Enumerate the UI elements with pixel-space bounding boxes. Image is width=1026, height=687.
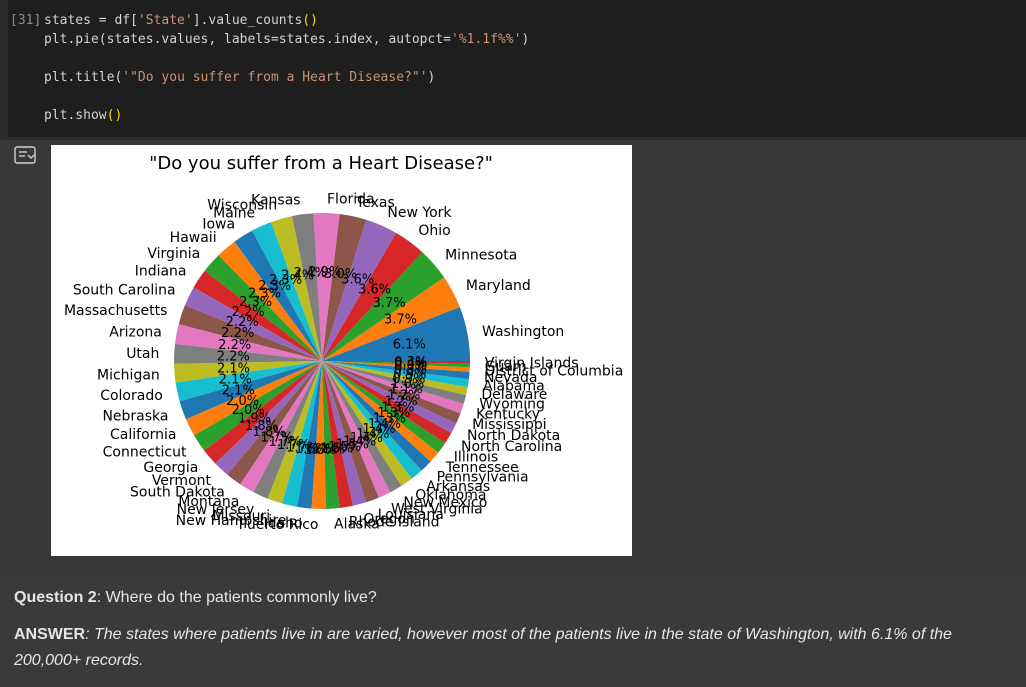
pie-slice-label: Hawaii: [170, 230, 217, 246]
answer-text: : The states where patients live in are …: [14, 626, 952, 669]
pie-slice-label: Nebraska: [102, 408, 168, 424]
pie-slice-label: New York: [387, 205, 452, 221]
pie-chart-svg: "Do you suffer from a Heart Disease?" 6.…: [64, 153, 623, 533]
pie-pct-label: 3.7%: [384, 313, 417, 328]
pie-slice-label: Colorado: [100, 388, 163, 404]
execution-count: [31]: [10, 13, 42, 28]
pie-pct-label: 6.1%: [393, 338, 426, 353]
pie-pct-label: 3.7%: [373, 296, 406, 311]
pie-slice-label: Michigan: [97, 367, 160, 383]
pie-pct-label: 0.3%: [394, 355, 427, 370]
pie-slice-label: South Carolina: [73, 283, 176, 299]
pie-slice-label: Minnesota: [445, 248, 517, 264]
code-cell[interactable]: [31] states = df['State'].value_counts()…: [0, 0, 1026, 140]
pie-slice-label: Arizona: [109, 324, 162, 340]
pie-slice-label: Massachusetts: [64, 303, 167, 319]
pie-slice-label: Florida: [327, 191, 375, 207]
question-text: : Where do the patients commonly live?: [96, 589, 377, 606]
code-line-2: plt.pie(states.values, labels=states.ind…: [44, 32, 530, 47]
pie-slice-label: Indiana: [135, 264, 187, 280]
pie-slice-label: Maryland: [466, 278, 531, 294]
answer-label: ANSWER: [14, 626, 86, 643]
pie-slice-label: Virginia: [147, 246, 200, 262]
code-line-4: plt.title('"Do you suffer from a Heart D…: [44, 70, 436, 85]
pie-slice-label: Washington: [482, 324, 564, 340]
pie-slice-label: California: [110, 427, 176, 443]
pie-slice-label: Puerto Rico: [239, 517, 319, 533]
pie-slice-label: Utah: [126, 346, 159, 362]
chart-title: "Do you suffer from a Heart Disease?": [149, 153, 493, 174]
code-line-6: plt.show(): [44, 108, 123, 123]
code-line-1: states = df['State'].value_counts(): [44, 13, 318, 28]
pie-chart-figure: "Do you suffer from a Heart Disease?" 6.…: [51, 145, 632, 556]
answer-line: ANSWER: The states where patients live i…: [14, 622, 1014, 674]
pie-slice-label: Ohio: [418, 223, 450, 239]
pie-slice-label: Virgin Islands: [485, 356, 579, 372]
question-label: Question 2: [14, 589, 97, 606]
output-toggle-icon[interactable]: [14, 146, 36, 164]
pie-slice-label: Connecticut: [103, 444, 187, 460]
question-line: Question 2: Where do the patients common…: [14, 589, 377, 607]
